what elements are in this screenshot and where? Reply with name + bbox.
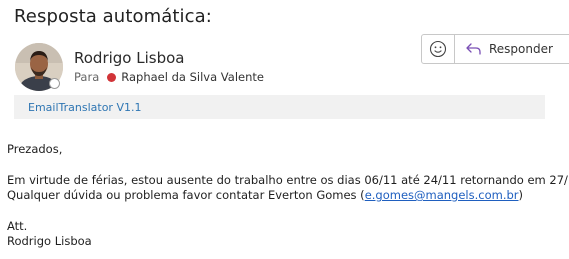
addin-link[interactable]: EmailTranslator V1.1 bbox=[28, 101, 141, 114]
addin-bar: EmailTranslator V1.1 bbox=[14, 95, 545, 119]
reply-arrow-icon bbox=[466, 43, 481, 55]
body-line-2-prefix: Qualquer dúvida ou problema favor contat… bbox=[7, 188, 365, 202]
message-actions: Responder bbox=[421, 34, 569, 64]
recipient-name[interactable]: Raphael da Silva Valente bbox=[121, 70, 264, 84]
body-line-2: Qualquer dúvida ou problema favor contat… bbox=[7, 188, 523, 202]
email-reading-pane: Resposta automática: Rodrigo Lisboa Para… bbox=[0, 0, 569, 259]
body-signoff: Att. bbox=[7, 219, 28, 233]
sender-name[interactable]: Rodrigo Lisboa bbox=[74, 49, 184, 67]
recipient-row: Para Raphael da Silva Valente bbox=[74, 70, 264, 84]
to-label: Para bbox=[74, 70, 100, 84]
presence-indicator bbox=[49, 78, 60, 89]
reply-label: Responder bbox=[489, 42, 553, 56]
busy-status-icon bbox=[107, 72, 117, 82]
contact-email-link[interactable]: e.gomes@mangels.com.br bbox=[365, 188, 519, 202]
email-subject: Resposta automática: bbox=[14, 6, 212, 27]
reply-button[interactable]: Responder bbox=[455, 35, 553, 63]
body-line-2-suffix: ) bbox=[518, 188, 524, 202]
body-signature: Rodrigo Lisboa bbox=[7, 234, 92, 248]
body-greeting: Prezados, bbox=[7, 142, 63, 156]
reaction-button[interactable] bbox=[422, 35, 455, 63]
smiley-icon bbox=[429, 40, 447, 58]
body-line-1: Em virtude de férias, estou ausente do t… bbox=[7, 173, 569, 187]
